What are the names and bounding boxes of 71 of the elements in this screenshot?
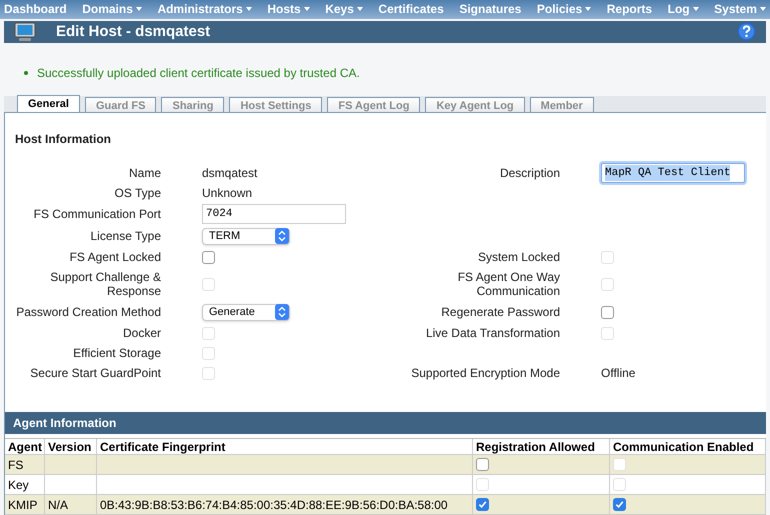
tab[interactable]: Host Settings xyxy=(229,97,322,112)
dropdown-select[interactable]: TERM xyxy=(202,228,290,244)
nav-menu-item[interactable]: Reports xyxy=(606,0,652,18)
tab[interactable]: Member xyxy=(530,97,594,112)
dropdown-caret-icon xyxy=(136,7,142,12)
nav-menu-item[interactable]: Certificates xyxy=(378,0,444,18)
section-title: Host Information xyxy=(15,131,112,148)
stepper-arrows-icon xyxy=(275,228,289,244)
nav-menu-item[interactable]: System xyxy=(714,0,766,18)
field-label: License Type xyxy=(90,228,161,245)
field-label: Live Data Transformation xyxy=(424,326,560,340)
tab[interactable]: Sharing xyxy=(161,97,224,112)
tab[interactable]: Key Agent Log xyxy=(425,97,525,112)
text-input[interactable]: MapR QA Test Client xyxy=(601,163,745,183)
checkbox[interactable] xyxy=(601,306,614,318)
dropdown-caret-icon xyxy=(246,7,252,12)
nav-menu-item[interactable]: Hosts xyxy=(267,0,310,18)
field-label: Secure Start GuardPoint xyxy=(29,365,161,382)
table-cell: 0B:43:9B:B8:53:B6:74:B4:85:00:35:4D:88:EE:9B:56:D0:BA:58:00 xyxy=(97,495,473,515)
field-label: Name xyxy=(128,165,161,182)
field-label: System Locked xyxy=(476,250,560,264)
checkmark-icon xyxy=(615,500,624,509)
dropdown-caret-icon xyxy=(692,7,699,12)
nav-menu-item[interactable]: Policies xyxy=(536,0,592,18)
table-cell xyxy=(45,475,97,495)
nav-menu-item[interactable]: Domains xyxy=(82,0,142,18)
bullet-icon xyxy=(24,71,28,75)
dropdown-caret-icon xyxy=(356,7,363,12)
stepper-arrows-icon xyxy=(275,304,289,320)
help-icon[interactable] xyxy=(737,22,756,42)
field-label: Efficient Storage xyxy=(72,345,161,362)
dropdown-caret-icon xyxy=(585,7,592,12)
field-label: FS Agent Locked xyxy=(68,249,161,266)
field-label: FS Communication Port xyxy=(32,206,161,223)
checkbox[interactable] xyxy=(202,250,215,264)
field-label: OS Type xyxy=(114,185,161,202)
nav-menu-item[interactable]: Dashboard xyxy=(4,0,67,18)
field-label: Supported Encryption Mode xyxy=(410,366,560,380)
monitor-icon xyxy=(14,22,36,42)
field-label: Description xyxy=(498,166,560,180)
field-label: Support Challenge & Response xyxy=(49,269,161,300)
nav-menu-item[interactable]: Keys xyxy=(325,0,363,18)
nav-menu-item[interactable]: Log xyxy=(668,0,699,18)
page-title: Edit Host - dsmqatest xyxy=(56,22,212,42)
table-cell: KMIP xyxy=(5,495,45,515)
tab[interactable]: Guard FS xyxy=(84,97,156,112)
field-label: Regenerate Password xyxy=(440,305,560,319)
nav-menu-item[interactable]: Signatures xyxy=(459,0,522,18)
checkbox[interactable] xyxy=(613,498,626,511)
dropdown-caret-icon xyxy=(760,7,766,12)
nav-menu-item[interactable]: Administrators xyxy=(157,0,252,18)
table-cell xyxy=(45,455,97,475)
field-value: Offline xyxy=(601,365,636,382)
field-value: dsmqatest xyxy=(202,165,258,182)
field-label: FS Agent One Way Communication xyxy=(456,270,560,298)
dropdown-caret-icon xyxy=(304,7,310,12)
field-value: Unknown xyxy=(202,185,252,202)
field-label: Docker xyxy=(122,325,161,342)
success-message: Successfully uploaded client certificate issued by trusted CA. xyxy=(24,64,770,82)
checkbox[interactable] xyxy=(476,458,489,471)
tab[interactable]: FS Agent Log xyxy=(327,97,420,112)
text-input[interactable]: 7024 xyxy=(202,204,346,224)
tab[interactable]: General xyxy=(17,95,80,112)
table-cell: N/A xyxy=(45,495,97,515)
checkmark-icon xyxy=(478,500,487,509)
section-title: Agent Information xyxy=(13,415,116,432)
table-cell: Key xyxy=(5,475,45,495)
dropdown-select[interactable]: Generate xyxy=(202,304,290,320)
checkbox[interactable] xyxy=(476,498,489,511)
table-cell: FS xyxy=(5,455,45,475)
field-label: Password Creation Method xyxy=(15,304,161,321)
